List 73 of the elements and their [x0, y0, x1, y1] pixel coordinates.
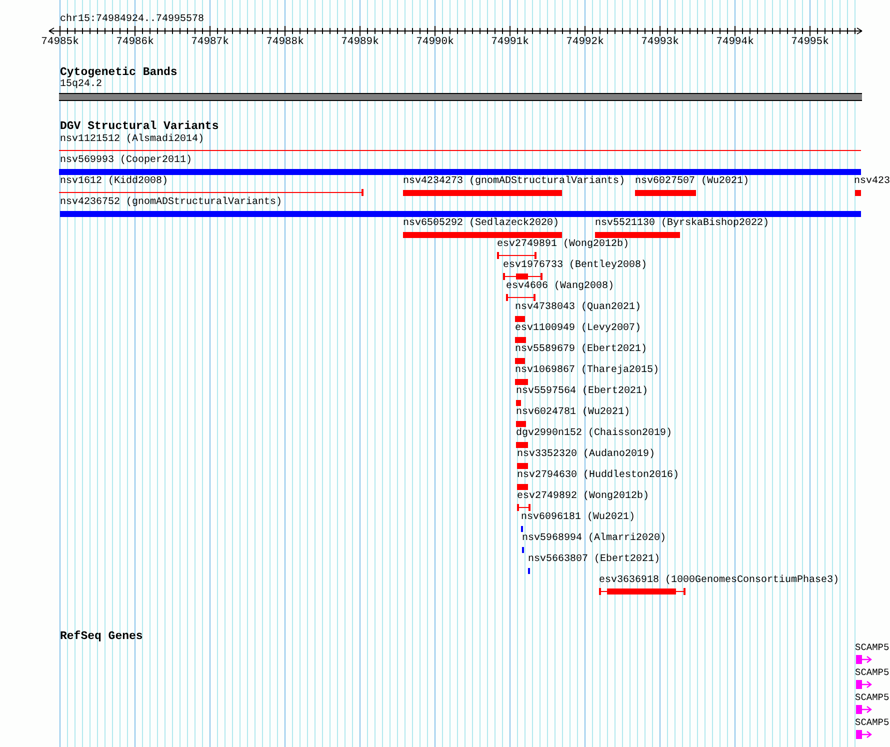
variant-label: nsv5597564 (Ebert2021) — [516, 386, 648, 398]
tick-label: 74993k — [641, 36, 679, 48]
tick-label: 74995k — [791, 36, 829, 48]
variant-line[interactable] — [59, 189, 364, 196]
variant-label: nsv4738043 (Quan2021) — [515, 302, 642, 314]
tick-label: 74992k — [566, 36, 604, 48]
gene-arrow-icon[interactable] — [856, 730, 872, 739]
variant-label: esv2749892 (Wong2012b) — [517, 491, 650, 503]
variant-bar[interactable] — [515, 337, 526, 343]
gene-arrow-icon[interactable] — [856, 705, 872, 714]
variant-label: nsv4234273 (gnomADStructuralVariants) — [403, 176, 626, 188]
tick-label: 74987k — [191, 36, 229, 48]
variant-label: nsv6505292 (Sedlazeck2020) — [403, 218, 560, 230]
variant-whisker[interactable] — [497, 252, 537, 259]
gene-label: SCAMP5 — [855, 717, 890, 729]
variant-whisker[interactable] — [517, 504, 531, 511]
variant-bar[interactable] — [516, 442, 528, 448]
variant-label: nsv2794630 (Huddleston2016) — [517, 470, 680, 482]
variant-bar[interactable] — [516, 421, 526, 427]
variant-bar[interactable] — [516, 400, 521, 406]
variant-bar[interactable] — [515, 316, 525, 322]
variant-label: nsv423 — [854, 176, 890, 188]
track-title: Cytogenetic Bands — [60, 66, 178, 79]
tick-label: 74991k — [491, 36, 529, 48]
tick-label: 74988k — [266, 36, 304, 48]
variant-label: nsv6024781 (Wu2021) — [516, 407, 630, 419]
band-label: 15q24.2 — [60, 79, 102, 91]
variant-label: nsv5589679 (Ebert2021) — [515, 344, 648, 356]
variant-bar[interactable] — [515, 379, 528, 385]
variant-label: nsv569993 (Cooper2011) — [60, 155, 192, 167]
variant-label: esv4606 (Wang2008) — [506, 281, 614, 293]
track-title: RefSeq Genes — [60, 630, 143, 643]
variant-label: nsv1121512 (Alsmadi2014) — [60, 134, 204, 146]
variant-bar[interactable] — [59, 169, 861, 175]
variant-bar[interactable] — [517, 463, 528, 469]
variant-bar[interactable] — [595, 232, 680, 238]
variant-bar[interactable] — [60, 211, 861, 217]
variant-label: nsv4236752 (gnomADStructuralVariants) — [60, 197, 282, 209]
tick-label: 74994k — [716, 36, 754, 48]
tick-label: 74985k — [41, 36, 79, 48]
variant-whisker[interactable] — [506, 294, 536, 301]
variant-label: esv2749891 (Wong2012b) — [497, 239, 630, 251]
tick-label: 74990k — [416, 36, 454, 48]
variant-bar[interactable] — [517, 484, 528, 490]
region-title: chr15:74984924..74995578 — [60, 14, 204, 26]
variant-label: esv3636918 (1000GenomesConsortiumPhase3) — [599, 575, 840, 587]
variant-label: nsv1612 (Kidd2008) — [60, 176, 168, 188]
variant-bar[interactable] — [635, 190, 696, 196]
gene-label: SCAMP5 — [855, 642, 890, 654]
variant-whisker[interactable] — [503, 273, 543, 280]
cytoband-bar[interactable] — [59, 93, 862, 101]
tick-label: 74986k — [116, 36, 154, 48]
variant-label: nsv3352320 (Audano2019) — [517, 449, 656, 461]
variant-bar[interactable] — [403, 190, 562, 196]
gene-label: SCAMP5 — [855, 667, 890, 679]
variant-label: dgv2990n152 (Chaisson2019) — [516, 428, 672, 440]
variant-bar[interactable] — [855, 190, 861, 196]
variant-label: nsv5968994 (Almarri2020) — [522, 533, 666, 545]
gene-arrow-icon[interactable] — [856, 655, 872, 664]
variant-label: nsv1069867 (Thareja2015) — [515, 365, 660, 377]
variant-label: nsv6096181 (Wu2021) — [521, 512, 636, 524]
gene-label: SCAMP5 — [855, 692, 890, 704]
variant-whisker[interactable] — [599, 588, 686, 595]
gene-arrow-icon[interactable] — [856, 680, 872, 689]
variant-bar[interactable] — [403, 232, 562, 238]
variant-bar[interactable] — [515, 358, 525, 364]
tick-label: 74989k — [341, 36, 379, 48]
variant-label: esv1976733 (Bentley2008) — [503, 260, 648, 272]
variant-label: nsv5521130 (ByrskaBishop2022) — [595, 218, 770, 230]
track-title: DGV Structural Variants — [60, 120, 219, 133]
variant-label: nsv5663807 (Ebert2021) — [528, 554, 660, 566]
variant-label: nsv6027507 (Wu2021) — [635, 176, 750, 188]
variant-label: esv1100949 (Levy2007) — [515, 323, 642, 335]
